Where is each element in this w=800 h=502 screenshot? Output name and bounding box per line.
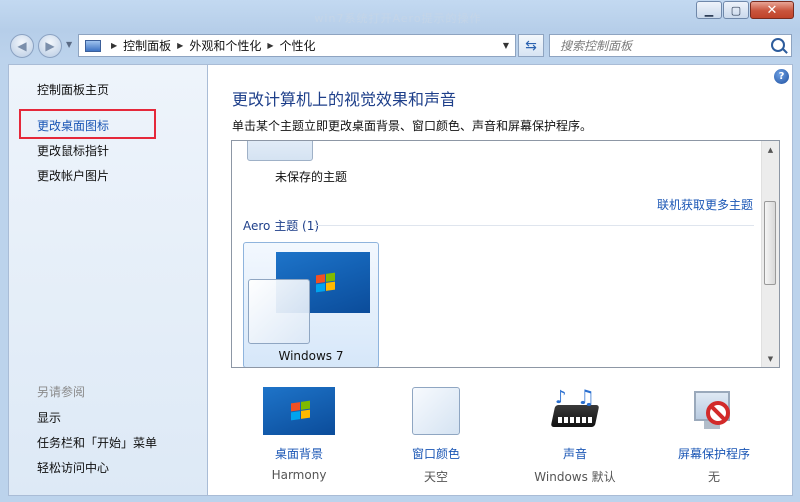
theme-tile-windows7[interactable]: Windows 7 (243, 242, 379, 367)
window-color-icon (412, 387, 460, 437)
window-color-preview (248, 279, 310, 344)
see-also-heading: 另请参阅 (37, 385, 86, 399)
desktop-background-icon (263, 387, 335, 437)
back-arrow-icon: ◀ (17, 39, 27, 53)
minimize-button[interactable]: ▁ (696, 1, 722, 19)
unsaved-theme-label[interactable]: 未保存的主题 (275, 168, 347, 185)
see-also-taskbar-start-menu[interactable]: 任务栏和「开始」菜单 (37, 434, 157, 451)
breadcrumb-separator-icon[interactable]: ▶ (267, 41, 273, 50)
option-label[interactable]: 声音 (515, 445, 635, 462)
option-value: 无 (707, 470, 720, 484)
minimize-icon: ▁ (704, 3, 714, 17)
maximize-icon: ▢ (730, 3, 742, 17)
sidebar-item-control-panel-home[interactable]: 控制面板主页 (37, 81, 109, 98)
close-button[interactable]: ✕ (750, 1, 794, 19)
option-screensaver[interactable]: 屏幕保护程序 无 (654, 387, 774, 485)
option-label[interactable]: 屏幕保护程序 (654, 445, 774, 462)
option-value: Windows 默认 (534, 470, 616, 484)
recent-pages-dropdown-icon[interactable]: ▼ (66, 40, 72, 49)
help-icon[interactable]: ? (774, 69, 789, 84)
left-nav-pane: 控制面板主页 更改桌面图标 更改鼠标指针 更改帐户图片 另请参阅 显示 任务栏和… (8, 64, 207, 496)
close-icon: ✕ (766, 2, 778, 18)
breadcrumb-appearance[interactable]: 外观和个性化 (189, 37, 261, 54)
search-input[interactable] (550, 35, 770, 56)
address-bar[interactable]: ▶ 控制面板 ▶ 外观和个性化 ▶ 个性化 ▼ (78, 34, 516, 57)
breadcrumb-personalization[interactable]: 个性化 (280, 37, 316, 54)
scroll-up-icon[interactable]: ▲ (762, 141, 779, 158)
search-box[interactable] (549, 34, 792, 57)
search-icon[interactable] (771, 38, 785, 52)
breadcrumb-control-panel[interactable]: 控制面板 (123, 37, 171, 54)
refresh-button[interactable]: ⇆ (518, 34, 544, 57)
main-content: ? 更改计算机上的视觉效果和声音 单击某个主题立即更改桌面背景、窗口颜色、声音和… (207, 64, 793, 496)
scroll-thumb[interactable] (764, 201, 776, 285)
caption-buttons: ▁ ▢ ✕ (696, 1, 794, 19)
forward-button[interactable]: ▶ (38, 34, 62, 58)
option-label[interactable]: 桌面背景 (239, 445, 359, 462)
option-window-color[interactable]: 窗口颜色 天空 (376, 387, 496, 485)
option-value: Harmony (271, 468, 327, 482)
option-sounds[interactable]: ♪ ♫ 声音 Windows 默认 (515, 385, 635, 485)
theme-list-scrollbar[interactable]: ▲ ▼ (761, 141, 779, 367)
option-label[interactable]: 窗口颜色 (376, 445, 496, 462)
breadcrumb-separator-icon[interactable]: ▶ (111, 41, 117, 50)
group-divider (314, 225, 754, 226)
unsaved-theme-thumbnail[interactable] (247, 141, 313, 161)
aero-themes-group-label: Aero 主题 (1) (243, 219, 320, 233)
sound-icon: ♪ ♫ (549, 385, 601, 437)
breadcrumb-separator-icon[interactable]: ▶ (177, 41, 183, 50)
see-also-ease-of-access[interactable]: 轻松访问中心 (37, 459, 109, 476)
sidebar-item-change-account-picture[interactable]: 更改帐户图片 (37, 167, 109, 184)
option-desktop-background[interactable]: 桌面背景 Harmony (239, 387, 359, 482)
page-description: 单击某个主题立即更改桌面背景、窗口颜色、声音和屏幕保护程序。 (232, 119, 593, 133)
sidebar-item-change-desktop-icons[interactable]: 更改桌面图标 (37, 117, 109, 134)
refresh-icon: ⇆ (525, 37, 537, 54)
page-title: 更改计算机上的视觉效果和声音 (232, 90, 457, 109)
screensaver-icon (690, 387, 738, 437)
get-more-themes-link[interactable]: 联机获取更多主题 (657, 196, 753, 213)
control-panel-icon (85, 39, 101, 52)
maximize-button[interactable]: ▢ (723, 1, 749, 19)
theme-name: Windows 7 (278, 349, 344, 363)
windows-logo-icon (316, 272, 335, 293)
window-title: win7系统打开Aero提示的操作 (314, 12, 482, 25)
scroll-down-icon[interactable]: ▼ (762, 350, 779, 367)
sidebar-item-change-mouse-pointer[interactable]: 更改鼠标指针 (37, 142, 109, 159)
personalization-window: win7系统打开Aero提示的操作 ▁ ▢ ✕ ◀ ▶ ▼ ▶ 控制面板 ▶ 外… (0, 0, 800, 502)
option-value: 天空 (423, 470, 448, 484)
theme-list[interactable]: 未保存的主题 联机获取更多主题 Aero 主题 (1) Windows 7 ▲ … (231, 140, 780, 368)
forward-arrow-icon: ▶ (45, 39, 55, 53)
back-button[interactable]: ◀ (10, 34, 34, 58)
address-dropdown-icon[interactable]: ▼ (503, 41, 509, 50)
see-also-display[interactable]: 显示 (37, 409, 61, 426)
